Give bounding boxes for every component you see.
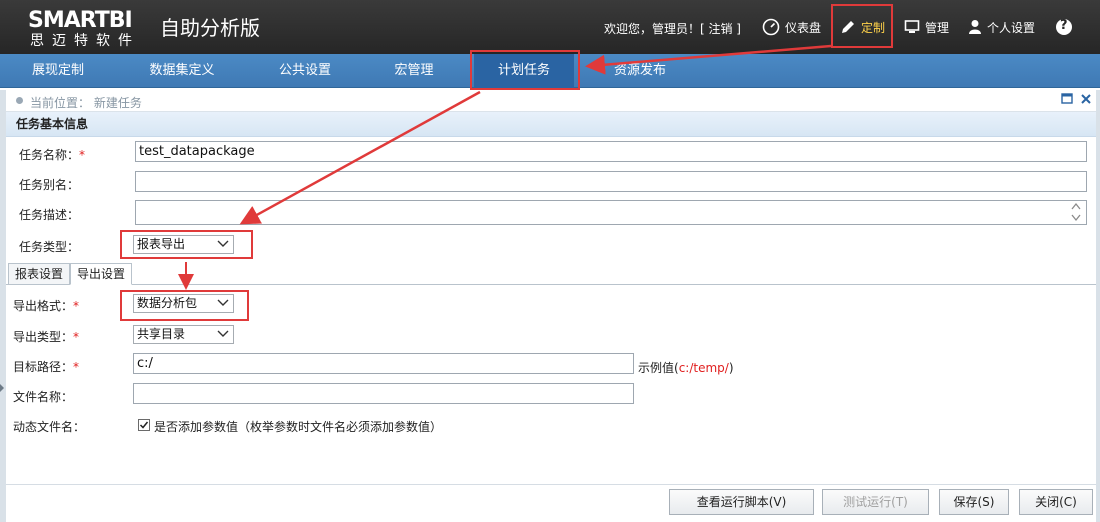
export-format-value: 数据分析包 [137,296,198,310]
export-type-value: 共享目录 [137,327,186,341]
tab-report-settings[interactable]: 报表设置 [8,263,71,285]
maximize-icon[interactable] [1060,93,1074,107]
task-alias-label: 任务别名： [19,178,80,192]
task-desc-textarea[interactable] [135,200,1087,225]
export-type-label: 导出类型：* [13,330,80,344]
target-path-label: 目标路径：* [13,360,80,374]
file-name-input[interactable] [133,383,634,404]
task-alias-input[interactable] [135,171,1087,192]
smartbi-logo: SMARTBI 思迈特软件 [28,8,148,49]
export-format-select[interactable]: 数据分析包 [133,294,234,313]
dashboard-link[interactable]: 仪表盘 [762,14,821,40]
textarea-spinner[interactable] [1069,201,1083,223]
dynamic-filename-label: 动态文件名： [13,420,86,434]
logo-subtitle: 思迈特软件 [30,33,140,49]
custom-link[interactable]: 定制 [840,14,885,40]
welcome-text[interactable]: 欢迎您，管理员！[ 注销 ] [604,20,741,37]
personal-settings-link[interactable]: 个人设置 [968,14,1035,40]
target-path-input[interactable]: c:/ [133,353,634,374]
chevron-down-icon [217,240,229,247]
close-icon[interactable] [1079,93,1093,107]
section-title: 任务基本信息 [6,112,1096,137]
export-type-select[interactable]: 共享目录 [133,325,234,344]
chevron-down-icon [217,299,229,306]
top-header: SMARTBI 思迈特软件 自助分析版 欢迎您，管理员！[ 注销 ] 仪表盘 定… [0,0,1100,54]
task-name-input[interactable]: test_datapackage [135,141,1087,162]
dashboard-label: 仪表盘 [785,20,822,35]
dynamic-filename-checkbox[interactable] [138,419,150,431]
dynamic-filename-checkbox-label[interactable]: 是否添加参数值（枚举参数时文件名必须添加参数值） [154,418,442,435]
example-hint: 示例值(c:/temp/) [638,361,734,375]
nav-item-dataset[interactable]: 数据集定义 [128,54,236,88]
task-type-label: 任务类型： [19,240,80,254]
app-title: 自助分析版 [160,16,260,40]
close-button[interactable]: 关闭(C) [1019,489,1093,515]
personal-settings-label: 个人设置 [987,20,1036,35]
task-type-select[interactable]: 报表导出 [133,235,234,254]
test-run-button[interactable]: 测试运行(T) [822,489,929,515]
nav-item-display[interactable]: 展现定制 [8,54,108,88]
task-desc-label: 任务描述： [19,208,80,222]
button-bar [6,484,1096,522]
help-glyph: ? [1060,18,1068,33]
custom-label: 定制 [861,20,886,35]
dashboard-icon [762,18,780,36]
main-nav: 展现定制 数据集定义 公共设置 宏管理 计划任务 资源发布 [0,54,1100,88]
breadcrumb: 当前位置： 新建任务 [6,90,1096,112]
nav-item-scheduled-tasks[interactable]: 计划任务 [474,54,574,88]
tab-divider [6,284,1096,285]
chevron-down-icon [217,330,229,337]
tab-export-settings[interactable]: 导出设置 [70,263,133,285]
breadcrumb-text: 当前位置： 新建任务 [30,96,142,110]
right-rail [1096,90,1100,522]
task-name-label: 任务名称：* [19,148,86,162]
breadcrumb-dot [16,97,23,104]
task-type-value: 报表导出 [137,237,186,251]
monitor-icon [904,20,920,33]
view-script-button[interactable]: 查看运行脚本(V) [669,489,814,515]
nav-item-macro[interactable]: 宏管理 [376,54,452,88]
manage-label: 管理 [925,20,950,35]
export-format-label: 导出格式：* [13,299,80,313]
save-button[interactable]: 保存(S) [939,489,1009,515]
pencil-icon [842,21,854,33]
manage-link[interactable]: 管理 [904,14,949,40]
user-icon [969,20,981,34]
nav-item-resource-publish[interactable]: 资源发布 [600,54,680,88]
nav-item-public-settings[interactable]: 公共设置 [258,54,352,88]
file-name-label: 文件名称： [13,390,74,404]
left-collapse-rail[interactable] [0,90,6,522]
